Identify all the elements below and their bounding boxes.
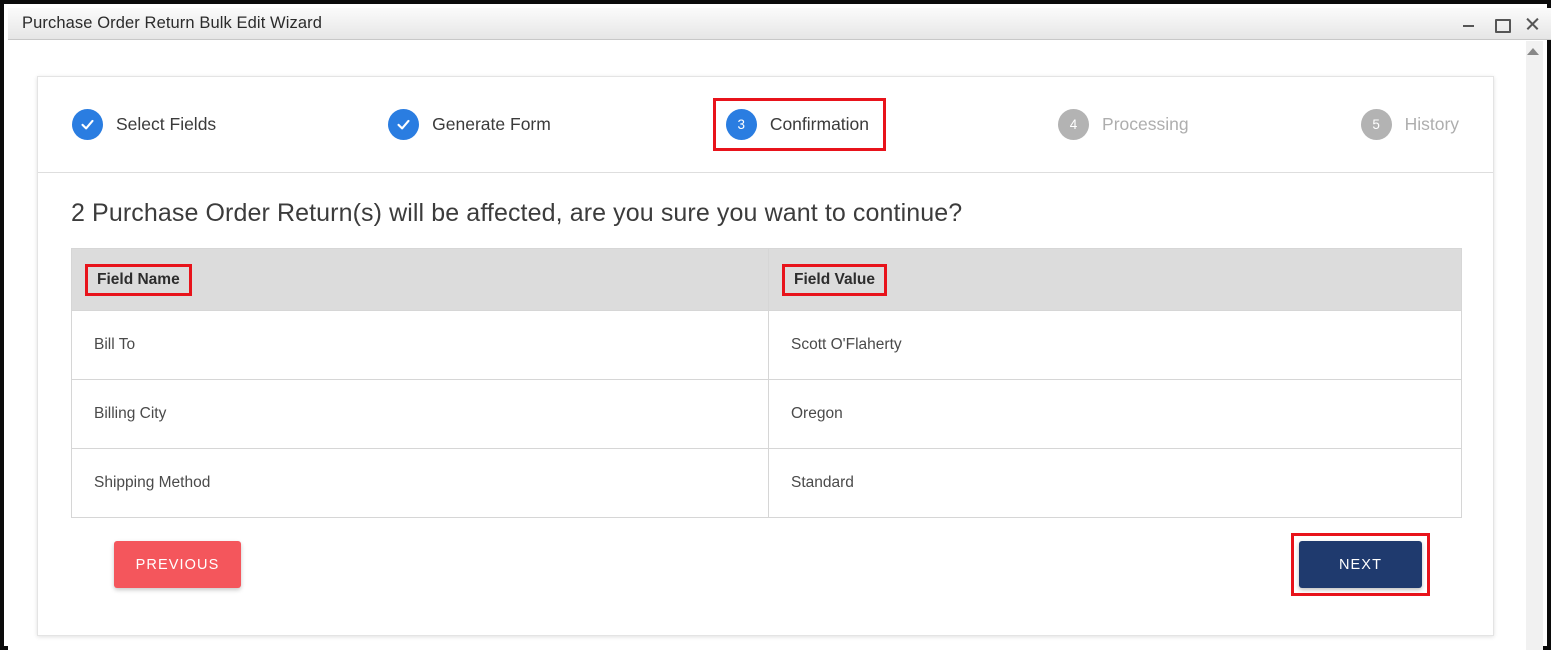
cell-field-name: Billing City: [71, 379, 769, 449]
maximize-icon[interactable]: [1493, 16, 1511, 33]
field-changes-table: Field Name Field Value Bill To Scott O'F…: [71, 248, 1462, 518]
step-5-number: 5: [1360, 109, 1392, 140]
step-1-label: Select Fields: [116, 114, 217, 134]
window-title-bar: Purchase Order Return Bulk Edit Wizard: [8, 8, 1551, 40]
column-header-field-value: Field Value: [768, 248, 1462, 311]
step-3-label: Confirmation: [769, 114, 870, 134]
table-header-row: Field Name Field Value: [71, 248, 1462, 311]
column-header-field-name: Field Name: [71, 248, 769, 311]
step-2-check-icon: [388, 109, 420, 140]
wizard-body: 2 Purchase Order Return(s) will be affec…: [38, 173, 1493, 613]
table-head: Field Name Field Value: [71, 248, 1462, 311]
table-row: Billing City Oregon: [71, 379, 1462, 449]
wizard-card: Select Fields Generate Form 3 Confirmati…: [37, 76, 1494, 636]
table-row: Bill To Scott O'Flaherty: [71, 310, 1462, 380]
next-button-highlight: NEXT: [1291, 533, 1430, 596]
scroll-up-arrow-icon[interactable]: [1527, 48, 1539, 55]
step-2-label: Generate Form: [432, 114, 551, 134]
wizard-footer: PREVIOUS NEXT: [71, 533, 1460, 613]
minimize-icon[interactable]: [1461, 16, 1477, 32]
stepper-step-processing[interactable]: 4 Processing: [1058, 109, 1189, 140]
stepper-step-history[interactable]: 5 History: [1360, 109, 1460, 140]
next-button[interactable]: NEXT: [1299, 541, 1422, 588]
step-1-check-icon: [72, 109, 103, 140]
step-5-label: History: [1404, 114, 1460, 134]
table-body: Bill To Scott O'Flaherty Billing City Or…: [71, 310, 1462, 518]
step-4-label: Processing: [1102, 114, 1189, 134]
previous-button[interactable]: PREVIOUS: [114, 541, 241, 588]
stepper-step-generate-form[interactable]: Generate Form: [388, 109, 551, 140]
stepper-step-confirmation[interactable]: 3 Confirmation: [712, 98, 887, 151]
confirmation-headline: 2 Purchase Order Return(s) will be affec…: [71, 199, 963, 227]
column-header-field-value-label: Field Value: [782, 263, 887, 296]
table-row: Shipping Method Standard: [71, 448, 1462, 518]
window-controls: [1461, 8, 1541, 40]
stepper-step-select-fields[interactable]: Select Fields: [72, 109, 216, 140]
step-4-number: 4: [1058, 109, 1090, 140]
close-icon[interactable]: [1525, 16, 1541, 32]
cell-field-value: Scott O'Flaherty: [768, 310, 1462, 380]
cell-field-value: Oregon: [768, 379, 1462, 449]
cell-field-name: Bill To: [71, 310, 769, 380]
window-frame: Purchase Order Return Bulk Edit Wizard S…: [0, 0, 1551, 650]
window-title: Purchase Order Return Bulk Edit Wizard: [22, 14, 322, 32]
step-3-number: 3: [725, 109, 757, 140]
wizard-stepper: Select Fields Generate Form 3 Confirmati…: [38, 77, 1493, 173]
cell-field-value: Standard: [768, 448, 1462, 518]
cell-field-name: Shipping Method: [71, 448, 769, 518]
column-header-field-name-label: Field Name: [85, 263, 192, 296]
wizard-page: Select Fields Generate Form 3 Confirmati…: [8, 41, 1526, 650]
